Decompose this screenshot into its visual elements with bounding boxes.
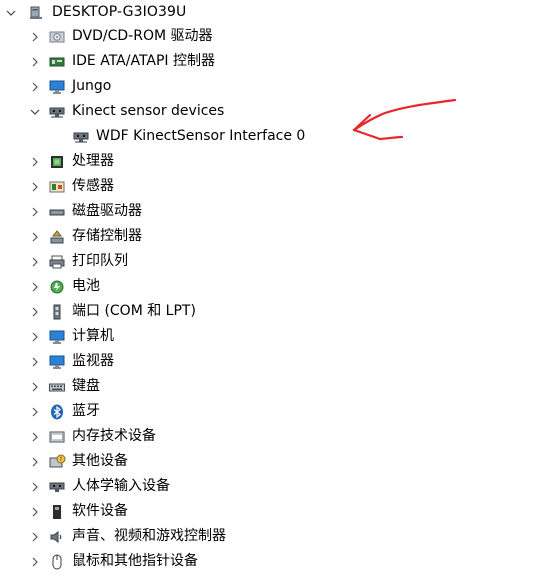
tree-category-port[interactable]: 端口 (COM 和 LPT) (28, 299, 448, 324)
chevron-right-icon[interactable] (28, 549, 42, 574)
dvd-drive-icon (48, 28, 66, 46)
tree-category-label: 计算机 (72, 328, 114, 344)
tree-root[interactable]: DESKTOP-G3IO39U (4, 0, 424, 25)
disk-drive-icon (48, 203, 66, 221)
computer-icon (28, 4, 46, 22)
tree-category-label: Jungo (72, 78, 112, 94)
chevron-right-icon[interactable] (28, 499, 42, 524)
hid-icon (48, 478, 66, 496)
tree-category-label: 鼠标和其他指针设备 (72, 553, 198, 569)
tree-category-processor[interactable]: 处理器 (28, 149, 448, 174)
tree-category-battery[interactable]: 电池 (28, 274, 448, 299)
tree-device-label: WDF KinectSensor Interface 0 (96, 128, 306, 144)
chevron-right-icon[interactable] (28, 224, 42, 249)
display-monitor-icon (48, 353, 66, 371)
tree-category-bluetooth[interactable]: 蓝牙 (28, 399, 448, 424)
sensor-icon (48, 178, 66, 196)
tree-category-label: 声音、视频和游戏控制器 (72, 528, 226, 544)
tree-category-label: 软件设备 (72, 503, 128, 519)
memory-device-icon (48, 428, 66, 446)
tree-category-memory[interactable]: 内存技术设备 (28, 424, 448, 449)
chevron-right-icon[interactable] (28, 24, 42, 49)
port-icon (48, 303, 66, 321)
chevron-right-icon[interactable] (28, 474, 42, 499)
tree-category-label: 其他设备 (72, 453, 128, 469)
tree-category-label: 蓝牙 (72, 403, 100, 419)
tree-category-audio[interactable]: 声音、视频和游戏控制器 (28, 524, 448, 549)
processor-icon (48, 153, 66, 171)
device-manager-tree: DESKTOP-G3IO39U DVD/CD-ROM 驱动器 IDE ATA/A… (0, 0, 560, 579)
tree-category-label: 打印队列 (72, 253, 128, 269)
tree-category-label: 端口 (COM 和 LPT) (72, 303, 196, 319)
tree-category-monitor[interactable]: 监视器 (28, 349, 448, 374)
chevron-right-icon[interactable] (28, 399, 42, 424)
tree-category-storage-controller[interactable]: 存储控制器 (28, 224, 448, 249)
chevron-right-icon[interactable] (28, 424, 42, 449)
bluetooth-icon (48, 403, 66, 421)
tree-category-label: 处理器 (72, 153, 114, 169)
tree-category-hid[interactable]: 人体学输入设备 (28, 474, 448, 499)
annotation-arrow-icon (352, 98, 457, 141)
tree-category-dvd[interactable]: DVD/CD-ROM 驱动器 (28, 24, 448, 49)
tree-category-label: IDE ATA/ATAPI 控制器 (72, 53, 216, 69)
tree-category-other[interactable]: ! 其他设备 (28, 449, 448, 474)
storage-controller-icon (48, 228, 66, 246)
battery-icon (48, 278, 66, 296)
tree-category-label: 磁盘驱动器 (72, 203, 142, 219)
chevron-down-icon[interactable] (4, 0, 18, 25)
mouse-icon (48, 553, 66, 571)
audio-icon (48, 528, 66, 546)
tree-category-print-queue[interactable]: 打印队列 (28, 249, 448, 274)
tree-category-label: 键盘 (72, 378, 100, 394)
chevron-right-icon[interactable] (28, 449, 42, 474)
chevron-right-icon[interactable] (28, 299, 42, 324)
tree-category-label: 传感器 (72, 178, 114, 194)
computer-monitor-icon (48, 328, 66, 346)
tree-category-label: 电池 (72, 278, 100, 294)
tree-category-keyboard[interactable]: 键盘 (28, 374, 448, 399)
tree-category-mouse[interactable]: 鼠标和其他指针设备 (28, 549, 448, 574)
chevron-right-icon[interactable] (28, 149, 42, 174)
chevron-right-icon[interactable] (28, 349, 42, 374)
chevron-down-icon[interactable] (28, 99, 42, 124)
chevron-right-icon[interactable] (28, 274, 42, 299)
svg-text:!: ! (60, 456, 62, 463)
chevron-right-icon[interactable] (28, 174, 42, 199)
ide-controller-icon (48, 53, 66, 71)
monitor-network-icon (48, 78, 66, 96)
tree-category-label: DVD/CD-ROM 驱动器 (72, 28, 213, 44)
chevron-right-icon[interactable] (28, 249, 42, 274)
tree-category-label: Kinect sensor devices (72, 103, 225, 119)
chevron-right-icon[interactable] (28, 199, 42, 224)
chevron-right-icon[interactable] (28, 49, 42, 74)
chevron-right-icon[interactable] (28, 374, 42, 399)
printer-icon (48, 253, 66, 271)
tree-category-computer[interactable]: 计算机 (28, 324, 448, 349)
tree-category-label: 存储控制器 (72, 228, 142, 244)
kinect-icon (48, 103, 66, 121)
tree-device-kinectsensor[interactable]: WDF KinectSensor Interface 0 (72, 124, 342, 149)
tree-category-ide[interactable]: IDE ATA/ATAPI 控制器 (28, 49, 448, 74)
keyboard-icon (48, 378, 66, 396)
tree-category-disk-drive[interactable]: 磁盘驱动器 (28, 199, 448, 224)
chevron-right-icon[interactable] (28, 74, 42, 99)
tree-category-software-device[interactable]: 软件设备 (28, 499, 448, 524)
root-label: DESKTOP-G3IO39U (52, 4, 187, 20)
other-devices-icon: ! (48, 453, 66, 471)
chevron-right-icon[interactable] (28, 524, 42, 549)
kinect-device-icon (72, 128, 90, 146)
software-device-icon (48, 503, 66, 521)
tree-category-label: 人体学输入设备 (72, 478, 170, 494)
tree-category-label: 监视器 (72, 353, 114, 369)
tree-category-sensor[interactable]: 传感器 (28, 174, 448, 199)
tree-category-label: 内存技术设备 (72, 428, 156, 444)
chevron-right-icon[interactable] (28, 324, 42, 349)
